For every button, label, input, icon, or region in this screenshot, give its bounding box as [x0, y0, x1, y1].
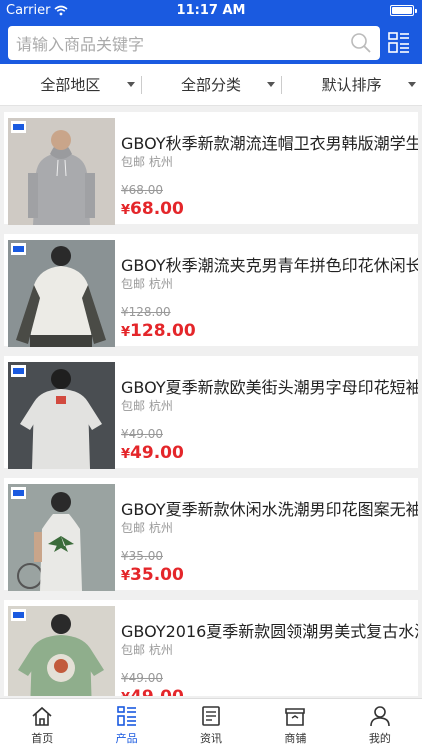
- tab-news[interactable]: 资讯: [169, 699, 253, 750]
- status-bar: Carrier 11:17 AM: [0, 0, 422, 22]
- product-title: GBOY秋季潮流夹克男青年拼色印花休闲长袖: [121, 256, 418, 275]
- product-card[interactable]: GBOY秋季潮流夹克男青年拼色印花休闲长袖 包邮 杭州 ¥128.00 ¥128…: [4, 234, 418, 347]
- price-value: 68.00: [130, 199, 184, 219]
- currency-symbol: ¥: [121, 203, 131, 218]
- city-label: 杭州: [148, 277, 173, 291]
- filter-category[interactable]: 全部分类: [140, 64, 282, 105]
- original-price: ¥128.00: [121, 305, 171, 319]
- product-image: [8, 606, 115, 696]
- price: ¥49.00: [121, 443, 184, 463]
- shop-icon: [285, 708, 306, 726]
- shipping-label: 包邮: [121, 521, 146, 535]
- product-card[interactable]: GBOY秋季新款潮流连帽卫衣男韩版潮学生港 包邮 杭州 ¥68.00 ¥68.0…: [4, 112, 418, 225]
- currency-symbol: ¥: [121, 325, 131, 340]
- tab-products[interactable]: 产品: [84, 699, 168, 750]
- product-title: GBOY2016夏季新款圆领潮男美式复古水洗狗: [121, 622, 418, 641]
- product-title: GBOY秋季新款潮流连帽卫衣男韩版潮学生港: [121, 134, 418, 153]
- product-image: [8, 362, 115, 469]
- shipping-label: 包邮: [121, 155, 146, 169]
- product-title: GBOY夏季新款欧美街头潮男字母印花短袖T恤: [121, 378, 418, 397]
- product-meta: 包邮 杭州: [121, 519, 173, 536]
- filter-region[interactable]: 全部地区: [0, 64, 141, 105]
- battery-icon: [390, 5, 417, 16]
- currency-symbol: ¥: [121, 569, 131, 584]
- product-meta: 包邮 杭州: [121, 275, 173, 292]
- tab-shop-label: 商铺: [284, 732, 307, 745]
- search-placeholder: 请输入商品关键字: [16, 35, 145, 54]
- top-bar: Carrier 11:17 AM 请输入商品关键字: [0, 0, 422, 64]
- product-card[interactable]: GBOY2016夏季新款圆领潮男美式复古水洗狗 包邮 杭州 ¥49.00 ¥49…: [4, 600, 418, 696]
- original-price: ¥35.00: [121, 549, 163, 563]
- price-value: 35.00: [130, 565, 184, 585]
- price-value: 49.00: [130, 687, 184, 696]
- original-price: ¥49.00: [121, 671, 163, 685]
- tab-me[interactable]: 我的: [338, 699, 422, 750]
- price-value: 49.00: [130, 443, 184, 463]
- product-card[interactable]: GBOY夏季新款休闲水洗潮男印花图案无袖背心 包邮 杭州 ¥35.00 ¥35.…: [4, 478, 418, 591]
- home-icon: [32, 706, 52, 726]
- price-value: 128.00: [130, 321, 196, 341]
- shipping-label: 包邮: [121, 643, 146, 657]
- tab-home-label: 首页: [31, 732, 54, 745]
- tab-me-label: 我的: [368, 732, 391, 745]
- user-icon: [370, 706, 390, 727]
- search-icon[interactable]: [350, 32, 372, 54]
- search-input[interactable]: 请输入商品关键字: [8, 26, 380, 60]
- original-price: ¥68.00: [121, 183, 163, 197]
- product-image: [8, 118, 115, 225]
- shipping-label: 包邮: [121, 277, 146, 291]
- product-card[interactable]: GBOY夏季新款欧美街头潮男字母印花短袖T恤 包邮 杭州 ¥49.00 ¥49.…: [4, 356, 418, 469]
- currency-symbol: ¥: [121, 691, 130, 696]
- price: ¥35.00: [121, 565, 184, 585]
- shipping-label: 包邮: [121, 399, 146, 413]
- filter-sort[interactable]: 默认排序: [281, 64, 422, 105]
- tab-products-label: 产品: [115, 732, 138, 745]
- price: ¥68.00: [121, 199, 184, 219]
- filter-bar: 全部地区 全部分类 默认排序: [0, 64, 422, 106]
- city-label: 杭州: [148, 399, 173, 413]
- price: ¥128.00: [121, 321, 196, 341]
- product-image: [8, 484, 115, 591]
- price: ¥49.00: [121, 687, 184, 696]
- product-list-icon: [116, 706, 136, 726]
- product-meta: 包邮 杭州: [121, 397, 173, 414]
- news-icon: [202, 706, 220, 726]
- original-price: ¥49.00: [121, 427, 163, 441]
- chevron-down-icon: [267, 82, 276, 87]
- currency-symbol: ¥: [121, 447, 131, 462]
- city-label: 杭州: [148, 521, 173, 535]
- tab-news-label: 资讯: [200, 732, 223, 745]
- product-meta: 包邮 杭州: [121, 641, 173, 658]
- filter-category-label: 全部分类: [181, 76, 242, 94]
- product-title: GBOY夏季新款休闲水洗潮男印花图案无袖背心: [121, 500, 418, 519]
- filter-sort-label: 默认排序: [321, 76, 382, 94]
- status-time: 11:17 AM: [176, 3, 246, 18]
- chevron-down-icon: [126, 82, 135, 87]
- tab-home[interactable]: 首页: [0, 699, 84, 750]
- tab-bar: 首页 产品 资讯 商铺 我的: [0, 698, 422, 750]
- chevron-down-icon: [408, 82, 417, 87]
- city-label: 杭州: [148, 643, 173, 657]
- city-label: 杭州: [148, 155, 173, 169]
- product-image: [8, 240, 115, 347]
- product-list: GBOY秋季新款潮流连帽卫衣男韩版潮学生港 包邮 杭州 ¥68.00 ¥68.0…: [0, 106, 422, 696]
- category-menu-icon[interactable]: [388, 32, 410, 54]
- tab-shop[interactable]: 商铺: [253, 699, 337, 750]
- product-meta: 包邮 杭州: [121, 153, 173, 170]
- filter-region-label: 全部地区: [40, 76, 101, 94]
